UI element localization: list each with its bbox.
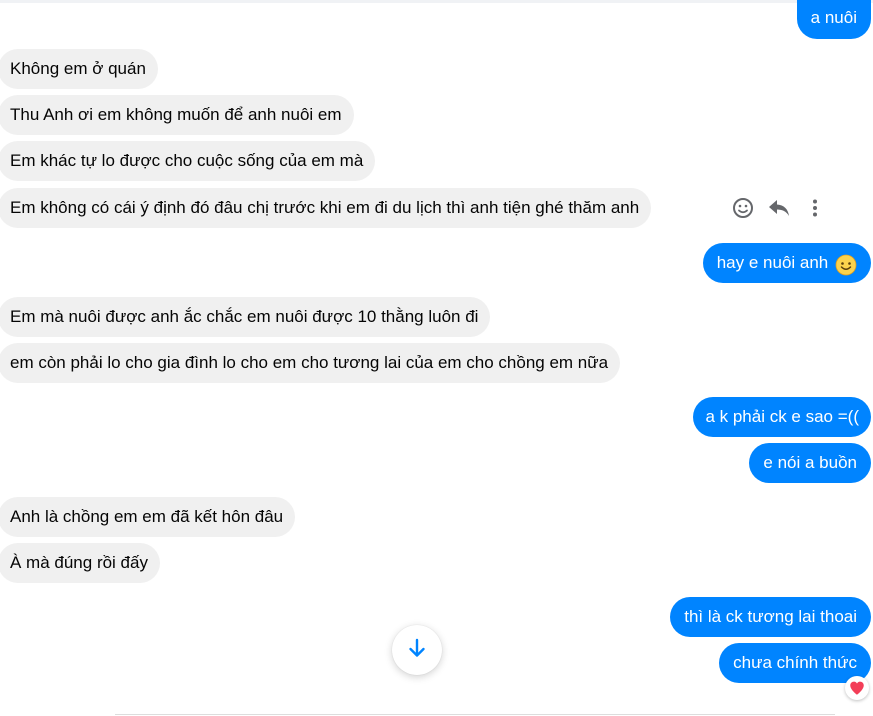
- message-text: e nói a buồn: [763, 453, 857, 472]
- arrow-down-icon: [405, 636, 429, 665]
- message-actions: [730, 192, 828, 224]
- message-outgoing[interactable]: chưa chính thức: [719, 643, 871, 683]
- message-text: Em mà nuôi được anh ắc chắc em nuôi được…: [10, 307, 479, 326]
- message-incoming[interactable]: Thu Anh ơi em không muốn để anh nuôi em: [0, 95, 354, 135]
- message-text: Thu Anh ơi em không muốn để anh nuôi em: [10, 105, 342, 124]
- message-incoming[interactable]: Anh là chồng em em đã kết hôn đâu: [0, 497, 296, 537]
- more-icon[interactable]: [802, 195, 828, 221]
- message-text: Không em ở quán: [10, 59, 146, 78]
- message-text: hay e nuôi anh: [716, 253, 829, 272]
- message-text: em còn phải lo cho gia đình lo cho em ch…: [10, 353, 609, 372]
- scroll-to-bottom-button[interactable]: [392, 625, 442, 675]
- chat-window: a nuôi Không em ở quán Thu Anh ơi em khô…: [0, 0, 873, 716]
- composer-divider: [115, 714, 835, 715]
- smiling-face-icon: [835, 251, 857, 276]
- heart-icon[interactable]: [845, 676, 869, 700]
- message-incoming[interactable]: Em không có cái ý định đó đâu chị trước …: [0, 188, 652, 228]
- message-text: a k phải ck e sao =((: [705, 407, 859, 426]
- message-incoming[interactable]: Không em ở quán: [0, 49, 158, 89]
- message-text: Em không có cái ý định đó đâu chị trước …: [10, 198, 640, 217]
- smiley-icon[interactable]: [730, 195, 756, 221]
- message-text: Em khác tự lo được cho cuộc sống của em …: [10, 151, 364, 170]
- message-outgoing[interactable]: thì là ck tương lai thoai: [670, 597, 871, 637]
- message-text: a nuôi: [810, 8, 857, 27]
- message-outgoing[interactable]: a k phải ck e sao =((: [693, 397, 871, 437]
- top-divider: [0, 0, 873, 3]
- message-text: Anh là chồng em em đã kết hôn đâu: [10, 507, 284, 526]
- message-outgoing[interactable]: e nói a buồn: [749, 443, 871, 483]
- reply-icon[interactable]: [766, 195, 792, 221]
- message-incoming[interactable]: Em khác tự lo được cho cuộc sống của em …: [0, 141, 376, 181]
- message-outgoing[interactable]: hay e nuôi anh: [702, 243, 871, 283]
- message-text: thì là ck tương lai thoai: [684, 607, 857, 626]
- message-text: chưa chính thức: [733, 653, 857, 672]
- message-outgoing[interactable]: a nuôi: [796, 0, 871, 39]
- message-incoming[interactable]: em còn phải lo cho gia đình lo cho em ch…: [0, 343, 621, 383]
- message-text: À mà đúng rồi đấy: [10, 553, 148, 572]
- message-incoming[interactable]: À mà đúng rồi đấy: [0, 543, 160, 583]
- message-incoming[interactable]: Em mà nuôi được anh ắc chắc em nuôi được…: [0, 297, 491, 337]
